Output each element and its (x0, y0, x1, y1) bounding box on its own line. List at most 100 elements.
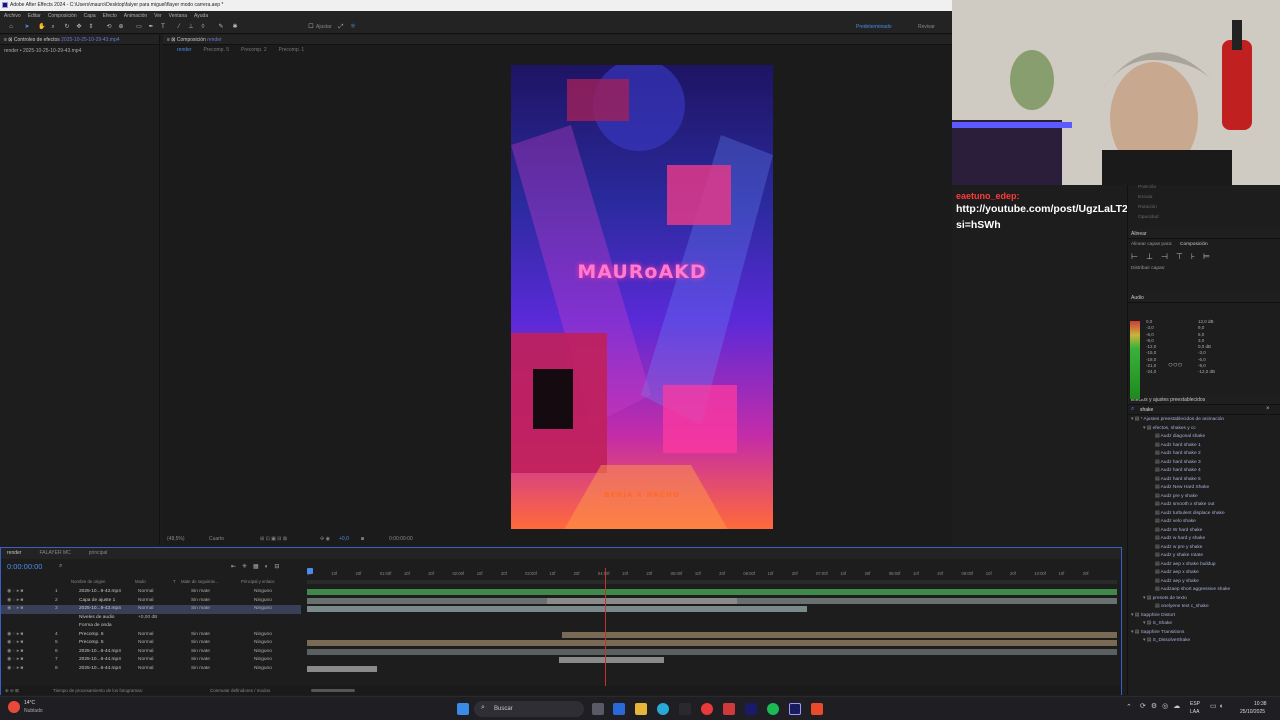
timeline-layer-row[interactable]: ◉ ◌ ▸ ■ 7 2025-10...6-44.mp4 Normal Sin mate… (1, 656, 301, 665)
comp-exposure[interactable]: +0,0 (339, 534, 349, 545)
effects-tree-item[interactable]: ▤ Audz hard shake 5 (1128, 476, 1280, 485)
pan-camera-icon[interactable]: ✥ (76, 24, 82, 30)
menu-ver[interactable]: Ver (154, 11, 162, 21)
spotify-icon[interactable] (767, 703, 779, 715)
effects-tree-item[interactable]: ▤ Audz hard shake 4 (1128, 467, 1280, 476)
layer-mode[interactable]: Normal (138, 656, 153, 665)
timeline-tab-principal[interactable]: principal (89, 548, 108, 559)
timeline-layer-row[interactable]: ◉ ◌ ▸ ■ 4 Precomp. 6 Normal Sin mate Ninguno (1, 631, 301, 640)
menu-ayuda[interactable]: Ayuda (194, 11, 208, 21)
clock-time[interactable]: 10:38 (1254, 701, 1267, 707)
orbit-camera-icon[interactable]: ↻ (64, 24, 70, 30)
align-to-dropdown[interactable]: Composición (1180, 242, 1208, 247)
snapshot-icon[interactable]: ◙ (361, 534, 364, 545)
comp-view-options-icons[interactable]: ⊞ ⊡ ▣ ⊟ ⊠ (260, 534, 287, 545)
col-t[interactable]: T (173, 578, 176, 586)
brush-tool-icon[interactable]: ⁄ (176, 24, 182, 30)
layer-parent[interactable]: Ninguno (254, 631, 272, 640)
layer-mode[interactable]: Normal (138, 631, 153, 640)
layer-matte[interactable]: Sin mate (191, 639, 210, 648)
layer-visibility-icons[interactable]: ◉ ◌ ▸ ■ (7, 656, 23, 665)
align-buttons-icon[interactable]: ⊢⊥⊣⊤⊦⊨ (1131, 252, 1218, 261)
layer-mode[interactable]: Normal (138, 665, 153, 674)
effects-tree-item[interactable]: ▾ ▤ * Ajustes preestablecidos de animaci… (1128, 416, 1280, 425)
zoom-tool-icon[interactable]: ⌕ (50, 24, 56, 30)
timeline-layer-row[interactable]: ◉ ◌ ▸ ■ 1 2025-10...9-43.mp4 Normal Sin mate… (1, 588, 301, 597)
align-panel-title[interactable]: Alinear (1128, 229, 1280, 239)
selection-tool-icon[interactable]: ➤ (24, 24, 30, 30)
effects-tree-item[interactable]: ▤ Audz aep x shake buildup (1128, 561, 1280, 570)
effects-presets-title[interactable]: Efectos y ajustes preestablecidos (1128, 395, 1280, 405)
effects-tree-item[interactable]: ▤ Audz turbulent displace shake (1128, 510, 1280, 519)
comp-zoom[interactable]: (48,5%) (167, 534, 185, 545)
timeline-switches-icons[interactable]: ⇤✳▦◐⊟ (231, 563, 285, 570)
footer-toggle-icons[interactable]: ⊕ ⊖ ⊠ (5, 686, 19, 695)
type-tool-icon[interactable]: T (160, 24, 166, 30)
layer-duration-bar[interactable] (307, 589, 1117, 595)
clear-search-icon[interactable]: × (1266, 406, 1270, 412)
playhead-line[interactable] (605, 568, 606, 688)
edge-icon[interactable] (657, 703, 669, 715)
tray-icons[interactable]: ⟳⚙◎☁ (1140, 702, 1185, 710)
effects-tree-item[interactable]: ▤ Audz smooth x shake out (1128, 501, 1280, 510)
pen-tool-icon[interactable]: ✒ (148, 24, 154, 30)
pan-behind-tool-icon[interactable]: ⊕ (118, 24, 124, 30)
layer-parent[interactable]: Ninguno (254, 605, 272, 614)
keyboard-language-1[interactable]: ESP (1190, 701, 1200, 707)
layer-visibility-icons[interactable]: ◉ ◌ ▸ ■ (7, 639, 23, 648)
snap-grid-icon[interactable]: ⁜ (350, 24, 356, 30)
effects-tree-item[interactable]: ▤ Audz aep x shake (1128, 569, 1280, 578)
layer-duration-bar[interactable] (547, 597, 737, 604)
layer-duration-bar[interactable] (307, 640, 1117, 646)
layer-parent[interactable]: Ninguno (254, 656, 272, 665)
layer-duration-bar[interactable] (559, 657, 664, 663)
layer-visibility-icons[interactable]: ◉ ◌ ▸ ■ (7, 665, 23, 674)
effects-tree-item[interactable]: ▤ Audz W hard shake (1128, 527, 1280, 536)
file-explorer-icon[interactable] (635, 703, 647, 715)
timeline-layer-row[interactable]: ◉ ◌ ▸ ■ 5 Precomp. 5 Normal Sin mate Ninguno (1, 639, 301, 648)
after-effects-taskbar-icon[interactable] (789, 703, 801, 715)
effects-tree-item[interactable]: ▤ Audz diagonal shake (1128, 433, 1280, 442)
calendar-app-icon[interactable] (723, 703, 735, 715)
home-icon[interactable]: ⌂ (8, 24, 14, 30)
network-volume-icons[interactable]: ▭◐ (1210, 702, 1227, 710)
composition-header[interactable]: ≡ ⊠ Composición render (163, 35, 952, 45)
camera-icon[interactable]: ✣ ◉ (320, 534, 330, 545)
col-track-matte[interactable]: Mate de seguimie... (181, 578, 219, 586)
layer-duration-bar[interactable] (307, 665, 377, 672)
clone-stamp-tool-icon[interactable]: ⊥ (188, 24, 194, 30)
layer-parent[interactable]: Ninguno (254, 597, 272, 606)
taskbar-search-box[interactable]: ⌕ Buscar (474, 701, 584, 717)
app-icon[interactable] (679, 703, 691, 715)
layer-name[interactable]: Forma de onda (79, 622, 112, 631)
timeline-layer-row[interactable]: ◉ ◌ ▸ ■ 8 2025-10...6-44.mp4 Normal Sin mate… (1, 665, 301, 674)
effects-tree-item[interactable]: ▤ Audz y shake rotate (1128, 552, 1280, 561)
layer-matte[interactable]: Sin mate (191, 648, 210, 657)
layer-name[interactable]: Precomp. 6 (79, 631, 104, 640)
comp-tab-precomp-5[interactable]: Precomp. 5 (203, 45, 229, 55)
layer-mode[interactable]: Normal (138, 639, 153, 648)
menu-editar[interactable]: Editar (28, 11, 41, 21)
composition-lock-icon[interactable]: ≡ ⊠ (167, 37, 177, 43)
layer-visibility-icons[interactable]: ◉ ◌ ▸ ■ (7, 605, 23, 614)
timeline-tab-falayer[interactable]: FALAYER MC (39, 548, 70, 559)
clock-date[interactable]: 25/10/2025 (1240, 709, 1265, 715)
timeline-layer-row[interactable]: ◉ ◌ ▸ ■ 2 Capa de ajuste 1 Normal Sin mate Ni… (1, 597, 301, 606)
snap-options-icon[interactable]: ⤢ (338, 24, 344, 30)
effects-tree-item[interactable]: ▤ Audz aep y shake (1128, 578, 1280, 587)
capcut-icon[interactable] (745, 703, 757, 715)
timeline-layer-row[interactable]: ◉ ◌ ▸ ■ 3 2025-10...9-43.mp4 Normal Sin mate… (1, 605, 301, 614)
layer-matte[interactable]: Sin mate (191, 597, 210, 606)
audio-sliders-icon[interactable]: ○○○ (1168, 360, 1183, 369)
effects-tree-item[interactable]: ▾ ▤ Sapphire Distort (1128, 612, 1280, 621)
comp-tab-render[interactable]: render (177, 45, 191, 55)
timeline-layer-row[interactable]: ◉ ◌ ▸ ■ 6 2025-10...6-44.mp4 Normal Sin mate… (1, 648, 301, 657)
roto-brush-tool-icon[interactable]: ✎ (218, 24, 224, 30)
layer-duration-bar[interactable] (307, 606, 807, 612)
timeline-layer-row[interactable]: Niveles de audio +0,00 dB (1, 614, 301, 623)
current-time-indicator[interactable] (307, 568, 313, 574)
task-view-icon[interactable] (592, 703, 604, 715)
widgets-icon[interactable] (613, 703, 625, 715)
layer-parent[interactable]: Ninguno (254, 648, 272, 657)
layer-matte[interactable]: Sin mate (191, 588, 210, 597)
